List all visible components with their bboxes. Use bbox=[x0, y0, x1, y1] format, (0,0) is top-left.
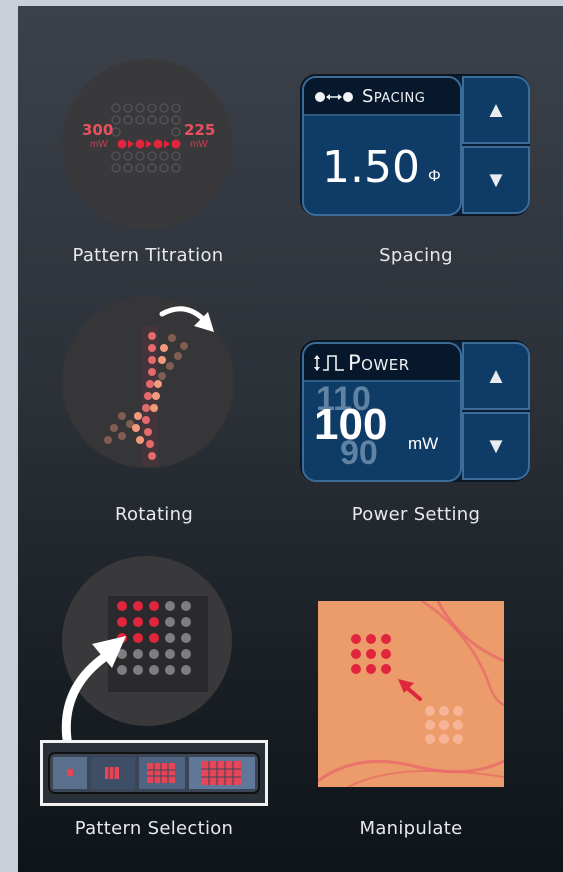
rotating-caption: Rotating bbox=[114, 504, 194, 525]
spacing-header: Spacing bbox=[304, 78, 460, 116]
titration-right-unit: mW bbox=[190, 139, 208, 150]
rotate-arrow-icon bbox=[159, 306, 214, 332]
spacing-decrease-button[interactable]: ▼ bbox=[462, 146, 530, 214]
power-value-display: Power 110 90 100 mW bbox=[302, 342, 462, 482]
titration-right-value: 225 bbox=[184, 121, 216, 139]
spacing-value-display: Spacing 1.50 Φ bbox=[302, 76, 462, 216]
manipulate-caption: Manipulate bbox=[359, 818, 463, 839]
triangle-up-icon: ▲ bbox=[485, 97, 507, 122]
triangle-down-icon: ▼ bbox=[485, 167, 507, 192]
titration-left-value: 300 bbox=[82, 121, 114, 139]
pulse-icon bbox=[314, 354, 346, 372]
spacing-value: 1.50 bbox=[322, 142, 420, 193]
power-decrease-button[interactable]: ▼ bbox=[462, 412, 530, 480]
pattern-titration-illustration: 300 mW 225 mW bbox=[62, 59, 232, 229]
spacing-caption: Spacing bbox=[379, 245, 453, 266]
pattern-strip[interactable] bbox=[40, 740, 268, 806]
power-value: 100 bbox=[314, 400, 388, 449]
power-control: Power 110 90 100 mW ▲ ▼ bbox=[300, 340, 530, 482]
titration-left-unit: mW bbox=[90, 139, 108, 150]
instructions-panel: 300 mW 225 mW Pattern Titration Spacing bbox=[18, 6, 563, 872]
spacing-dots-icon bbox=[314, 89, 354, 103]
power-increase-button[interactable]: ▲ bbox=[462, 342, 530, 410]
pattern-titration-caption: Pattern Titration bbox=[72, 245, 224, 266]
power-header-label: Power bbox=[348, 351, 410, 375]
select-arrow-icon bbox=[61, 636, 126, 750]
spacing-unit: Φ bbox=[428, 168, 441, 185]
spacing-increase-button[interactable]: ▲ bbox=[462, 76, 530, 144]
triangle-down-icon: ▼ bbox=[485, 433, 507, 458]
spacing-header-label: Spacing bbox=[362, 86, 426, 107]
manipulate-illustration bbox=[318, 601, 504, 787]
power-unit: mW bbox=[408, 434, 439, 453]
triangle-up-icon: ▲ bbox=[485, 363, 507, 388]
spot-pattern bbox=[351, 634, 391, 674]
power-header: Power bbox=[304, 344, 460, 382]
pattern-selection-caption: Pattern Selection bbox=[74, 818, 234, 839]
spacing-control: Spacing 1.50 Φ ▲ ▼ bbox=[300, 74, 530, 216]
power-setting-caption: Power Setting bbox=[351, 504, 481, 525]
